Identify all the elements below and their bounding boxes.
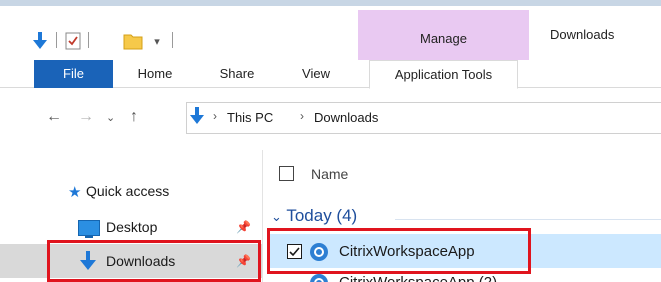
breadcrumb-this-pc[interactable]: This PC [227, 110, 273, 125]
toolbar-separator [172, 32, 173, 48]
toolbar-separator [88, 32, 89, 48]
toolbar-separator [56, 32, 57, 48]
group-header[interactable]: ⌄ Today (4) [271, 206, 357, 226]
up-arrow-icon[interactable]: ↑ [130, 108, 138, 126]
tab-view[interactable]: View [286, 60, 346, 88]
column-header-name[interactable]: Name [311, 166, 348, 182]
sidebar-item-label: Quick access [86, 183, 170, 199]
tab-share[interactable]: Share [207, 60, 267, 88]
forward-arrow-icon[interactable]: → [78, 108, 94, 126]
tab-home[interactable]: Home [125, 60, 185, 88]
highlight-box-downloads [47, 240, 261, 282]
pin-icon[interactable]: 📌 [236, 220, 251, 234]
breadcrumb-chevron-icon[interactable]: › [213, 109, 217, 123]
highlight-box-file [267, 228, 531, 274]
tab-application-tools[interactable]: Application Tools [369, 60, 518, 89]
sidebar-item-label: Desktop [106, 219, 158, 235]
group-divider [395, 219, 661, 220]
collapse-chevron-icon[interactable]: ⌄ [271, 209, 282, 224]
citrix-icon [309, 273, 329, 282]
desktop-icon [78, 220, 100, 238]
file-name[interactable]: CitrixWorkspaceApp (2) [339, 274, 497, 282]
sidebar-item-quick-access[interactable]: ★ Quick access [0, 174, 262, 208]
properties-icon[interactable] [64, 32, 82, 50]
download-arrow-icon[interactable] [30, 32, 50, 50]
breadcrumb-chevron-icon[interactable]: › [300, 109, 304, 123]
navigation-bar: ← → ⌄ ↑ › This PC › Downloads [0, 92, 661, 144]
tab-file[interactable]: File [34, 60, 113, 88]
download-arrow-icon [190, 107, 204, 128]
star-icon: ★ [68, 184, 82, 201]
select-all-checkbox[interactable] [279, 166, 294, 181]
breadcrumb-downloads[interactable]: Downloads [314, 110, 378, 125]
customize-toolbar-chevron-icon[interactable]: ▾ [150, 32, 164, 50]
manage-label: Manage [420, 31, 467, 46]
ribbon-tabs: File Home Share View Application Tools [0, 60, 661, 89]
group-header-label: Today (4) [286, 206, 358, 225]
sidebar-item-desktop[interactable]: Desktop 📌 [0, 210, 262, 244]
window-title: Downloads [550, 27, 615, 42]
new-folder-icon[interactable] [122, 32, 144, 50]
recent-locations-chevron-icon[interactable]: ⌄ [106, 111, 115, 124]
back-arrow-icon[interactable]: ← [46, 108, 62, 126]
